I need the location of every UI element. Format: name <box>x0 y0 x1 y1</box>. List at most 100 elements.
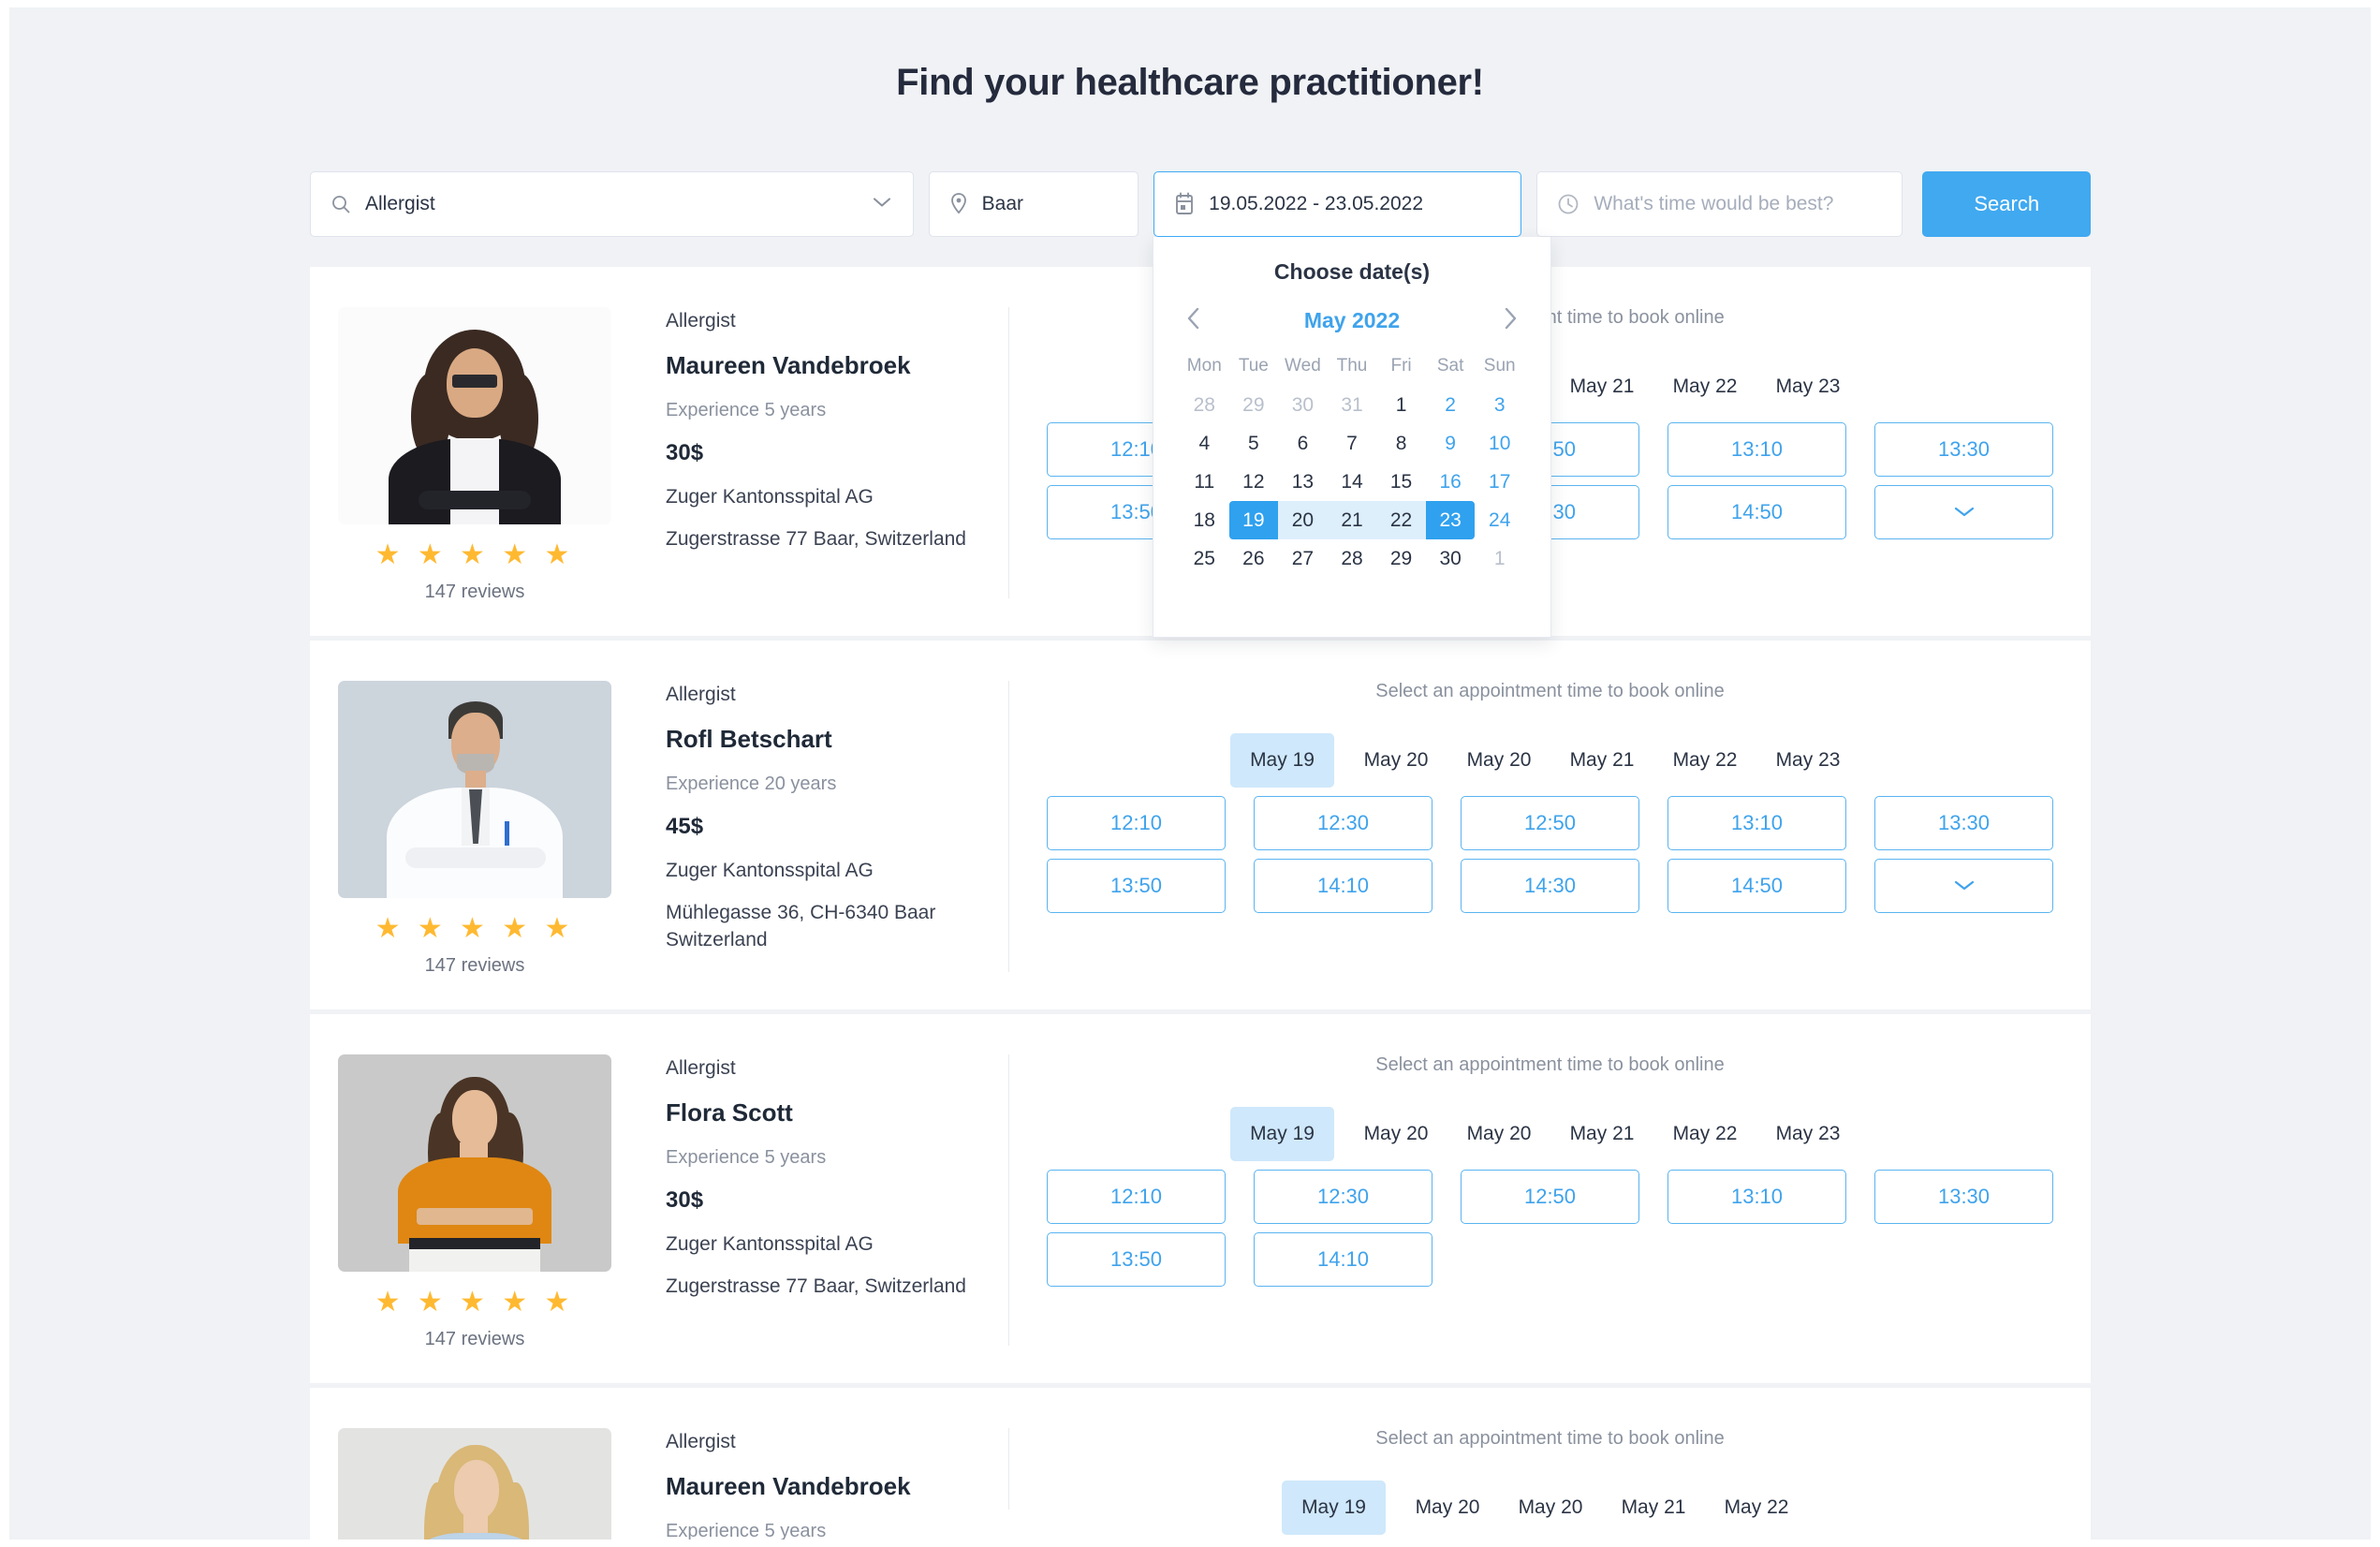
date-tab[interactable]: May 23 <box>1767 733 1849 788</box>
date-tab[interactable]: May 19 <box>1230 733 1334 788</box>
time-slot-button[interactable]: 13:10 <box>1667 422 1846 477</box>
doctor-photo <box>338 1428 611 1540</box>
date-tab[interactable]: May 22 <box>1715 1481 1798 1535</box>
doctor-name[interactable]: Rofl Betschart <box>666 725 935 754</box>
date-tab[interactable]: May 20 <box>1355 1107 1437 1161</box>
booking-caption: Select an appointment time to book onlin… <box>1375 1054 1725 1075</box>
calendar-day-15[interactable]: 15 <box>1376 463 1426 501</box>
time-slot-button[interactable]: 14:10 <box>1254 859 1432 913</box>
doctor-address: Mühlegasse 36, CH-6340 Baar Switzerland <box>666 902 936 950</box>
date-tab[interactable]: May 22 <box>1664 360 1746 414</box>
time-slot-button[interactable]: 14:50 <box>1667 485 1846 539</box>
date-picker-popover[interactable]: Choose date(s) May 2022 Mon Tue Wed Thu Fri S… <box>1153 237 1551 638</box>
reviews-count: 147 reviews <box>424 582 525 602</box>
calendar-day-24[interactable]: 24 <box>1475 501 1524 539</box>
time-placeholder: What's time would be best? <box>1594 193 1834 214</box>
time-slot-button[interactable]: 14:30 <box>1461 859 1639 913</box>
time-slot-button[interactable]: 13:30 <box>1874 796 2053 850</box>
calendar-day-29[interactable]: 29 <box>1376 539 1426 578</box>
calendar-day-13[interactable]: 13 <box>1278 463 1328 501</box>
calendar-day-4[interactable]: 4 <box>1180 424 1229 463</box>
location-input[interactable]: Baar <box>928 171 1139 237</box>
calendar-day-11[interactable]: 11 <box>1180 463 1229 501</box>
calendar-day-31[interactable]: 31 <box>1328 386 1377 424</box>
date-tab[interactable]: May 21 <box>1561 733 1643 788</box>
doctor-name[interactable]: Flora Scott <box>666 1098 966 1127</box>
time-slot-button[interactable]: 12:30 <box>1254 796 1432 850</box>
date-range-input[interactable]: 19.05.2022 - 23.05.2022 <box>1153 171 1522 237</box>
time-slot-button[interactable]: 13:50 <box>1047 1232 1226 1287</box>
chevron-down-icon[interactable] <box>872 196 892 214</box>
calendar-day-12[interactable]: 12 <box>1229 463 1279 501</box>
calendar-day-22[interactable]: 22 <box>1376 501 1426 539</box>
calendar-day-1[interactable]: 1 <box>1475 539 1524 578</box>
date-tabs: May 19 May 20 May 20 May 21 May 22 May 23 <box>1230 1107 1870 1161</box>
calendar-day-2[interactable]: 2 <box>1426 386 1476 424</box>
calendar-day-1[interactable]: 1 <box>1376 386 1426 424</box>
doctor-photo-column: ★ ★ ★ ★ ★ 147 reviews <box>338 1054 611 1383</box>
doctor-summary: ★ ★ ★ ★ ★ 147 reviews Allergist Flora Scott… <box>310 1014 1008 1383</box>
show-more-slots-button[interactable] <box>1874 859 2053 913</box>
date-tab[interactable]: May 20 <box>1406 1481 1489 1535</box>
date-tab[interactable]: May 20 <box>1458 1107 1540 1161</box>
calendar-day-3[interactable]: 3 <box>1475 386 1524 424</box>
time-slot-button[interactable]: 13:10 <box>1667 796 1846 850</box>
time-slot-button[interactable]: 12:10 <box>1047 796 1226 850</box>
calendar-day-26[interactable]: 26 <box>1229 539 1279 578</box>
calendar-day-20[interactable]: 20 <box>1278 501 1328 539</box>
calendar-day-28[interactable]: 28 <box>1328 539 1377 578</box>
calendar-day-30[interactable]: 30 <box>1426 539 1476 578</box>
calendar-month-label[interactable]: May 2022 <box>1304 308 1400 333</box>
calendar-day-8[interactable]: 8 <box>1376 424 1426 463</box>
calendar-day-28[interactable]: 28 <box>1180 386 1229 424</box>
calendar-day-5[interactable]: 5 <box>1229 424 1279 463</box>
time-slot-button[interactable]: 12:50 <box>1461 796 1639 850</box>
calendar-day-23[interactable]: 23 <box>1425 501 1476 539</box>
date-tab[interactable]: May 20 <box>1509 1481 1592 1535</box>
doctor-name[interactable]: Maureen Vandebroek <box>666 351 966 380</box>
calendar-day-19[interactable]: 19 <box>1228 501 1279 539</box>
calendar-day-6[interactable]: 6 <box>1278 424 1328 463</box>
time-slot-button[interactable]: 14:10 <box>1254 1232 1432 1287</box>
portrait-art <box>338 1428 611 1540</box>
calendar-day-16[interactable]: 16 <box>1426 463 1476 501</box>
date-tab[interactable]: May 22 <box>1664 1107 1746 1161</box>
calendar-day-29[interactable]: 29 <box>1229 386 1279 424</box>
date-tab[interactable]: May 19 <box>1282 1481 1386 1535</box>
date-tab[interactable]: May 23 <box>1767 1107 1849 1161</box>
time-slot-button[interactable]: 13:10 <box>1667 1170 1846 1224</box>
specialty-input[interactable]: Allergist <box>310 171 914 237</box>
calendar-day-17[interactable]: 17 <box>1475 463 1524 501</box>
time-slot-button[interactable]: 14:50 <box>1667 859 1846 913</box>
calendar-day-27[interactable]: 27 <box>1278 539 1328 578</box>
calendar-day-21[interactable]: 21 <box>1327 501 1377 539</box>
time-slot-button[interactable]: 12:10 <box>1047 1170 1226 1224</box>
date-tab[interactable]: May 20 <box>1458 733 1540 788</box>
date-tab[interactable]: May 21 <box>1561 360 1643 414</box>
date-tab[interactable]: May 20 <box>1355 733 1437 788</box>
chevron-left-icon[interactable] <box>1185 305 1202 335</box>
time-slot-button[interactable]: 12:50 <box>1461 1170 1639 1224</box>
date-tab[interactable]: May 21 <box>1612 1481 1695 1535</box>
calendar-day-18[interactable]: 18 <box>1180 501 1229 539</box>
time-slot-button[interactable]: 12:30 <box>1254 1170 1432 1224</box>
show-more-slots-button[interactable] <box>1874 485 2053 539</box>
date-tab[interactable]: May 21 <box>1561 1107 1643 1161</box>
chevron-right-icon[interactable] <box>1502 305 1519 335</box>
date-tab[interactable]: May 19 <box>1230 1107 1334 1161</box>
time-slot-button[interactable]: 13:30 <box>1874 422 2053 477</box>
search-button[interactable]: Search <box>1922 171 2091 237</box>
calendar-day-14[interactable]: 14 <box>1328 463 1377 501</box>
calendar-day-25[interactable]: 25 <box>1180 539 1229 578</box>
date-tab[interactable]: May 22 <box>1664 733 1746 788</box>
time-slot-button[interactable]: 13:30 <box>1874 1170 2053 1224</box>
date-tab[interactable]: May 23 <box>1767 360 1849 414</box>
doctor-specialty: Allergist <box>666 1431 736 1452</box>
calendar-day-30[interactable]: 30 <box>1278 386 1328 424</box>
calendar-day-7[interactable]: 7 <box>1328 424 1377 463</box>
doctor-name[interactable]: Maureen Vandebroek <box>666 1472 911 1501</box>
calendar-day-9[interactable]: 9 <box>1426 424 1476 463</box>
time-input[interactable]: What's time would be best? <box>1536 171 1903 237</box>
time-slot-button[interactable]: 13:50 <box>1047 859 1226 913</box>
calendar-day-10[interactable]: 10 <box>1475 424 1524 463</box>
